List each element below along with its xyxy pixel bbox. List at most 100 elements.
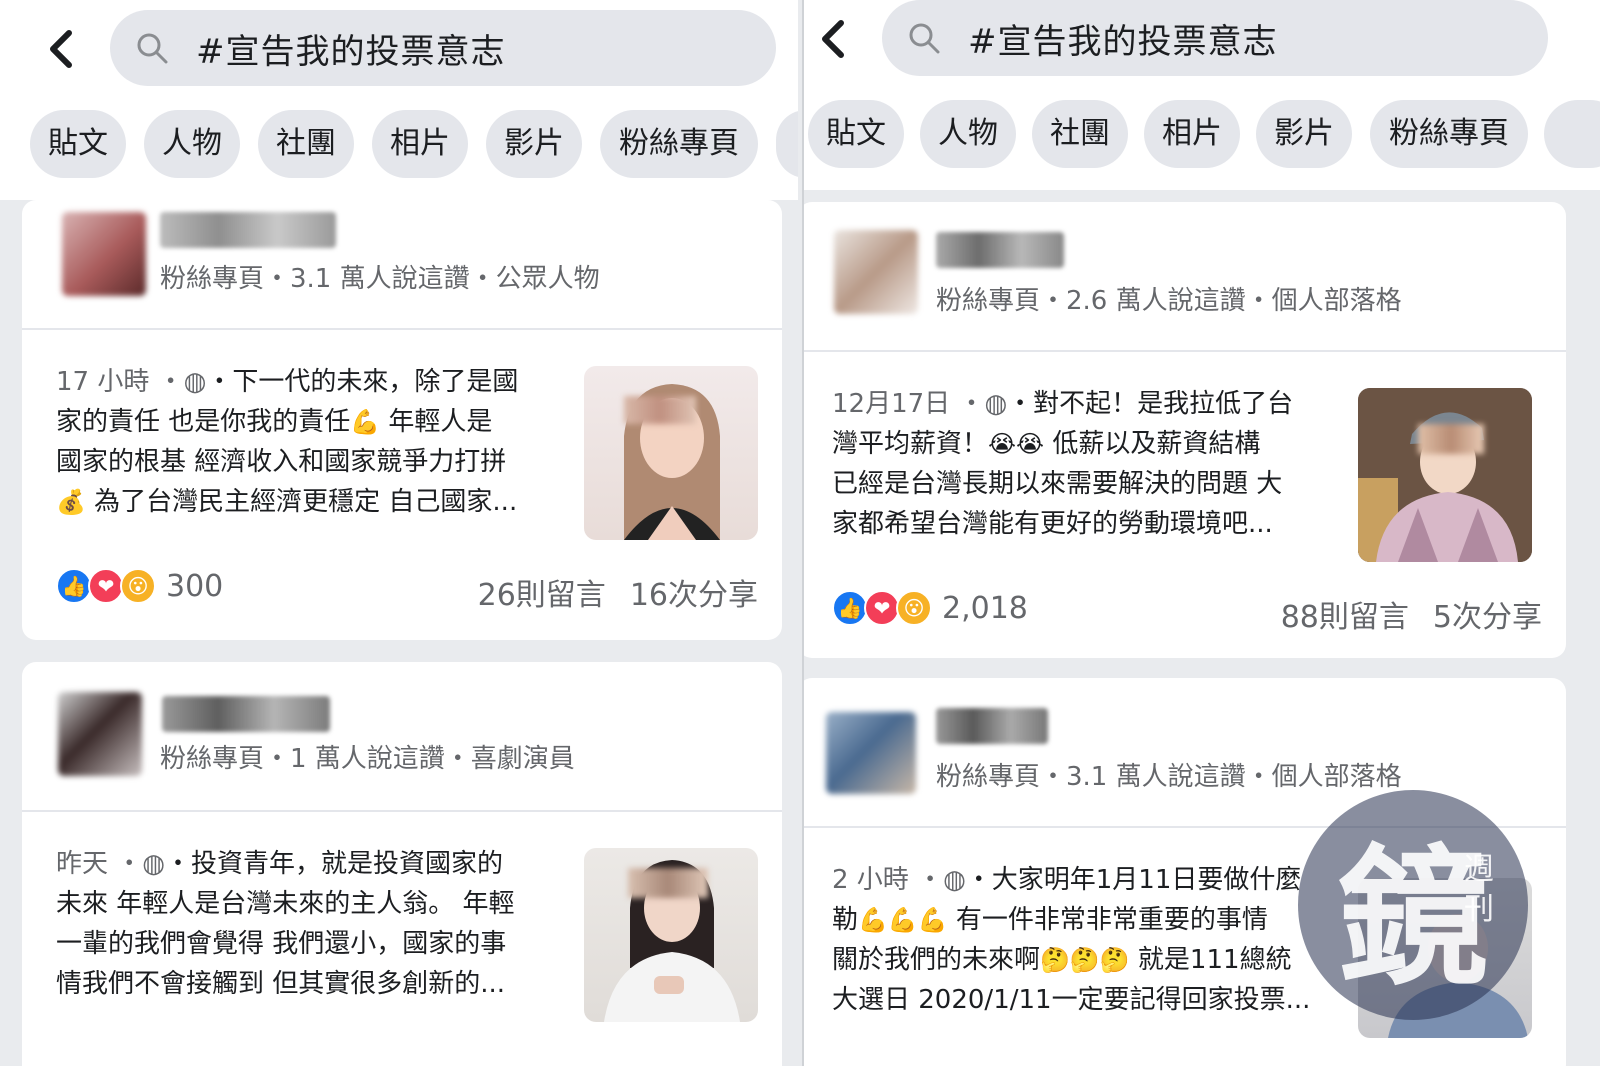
post-snippet[interactable]: 2 小時 ・◍・大家明年1月11日要做什麼 勒💪💪💪 有一件非常非常重要的事情 … — [832, 860, 1332, 1020]
engagement-stats[interactable]: 26則留言 16次分享 — [478, 570, 758, 614]
page-name-blurred[interactable] — [162, 696, 330, 732]
post-line-text: 年輕人是 — [380, 407, 493, 437]
post-snippet[interactable]: 昨天 ・◍・投資青年，就是投資國家的 未來 年輕人是台灣未來的主人翁。 年輕 一… — [56, 844, 566, 1004]
reaction-count: 2,018 — [942, 590, 1028, 626]
tab-next-partial[interactable] — [776, 110, 798, 178]
wow-icon: 😮 — [896, 590, 932, 626]
tab-next-partial[interactable] — [1544, 100, 1600, 168]
search-query: #宣告我的投票意志 — [196, 31, 506, 72]
mirror-media-watermark-logo: 鏡 週刊 — [1298, 790, 1528, 1020]
filter-tabs: 貼文 人物 社團 相片 影片 粉絲專頁 — [804, 100, 1600, 170]
post-line: 已經是台灣長期以來需要解決的問題 大 — [832, 469, 1283, 499]
tab-people[interactable]: 人物 — [144, 110, 240, 178]
post-thumbnail[interactable] — [584, 848, 758, 1022]
globe-icon: ・◍ — [958, 389, 1008, 419]
post-line-text: ・下一代的未來，除了是國 — [206, 367, 519, 397]
engagement-stats[interactable]: 88則留言 5次分享 — [1281, 592, 1542, 636]
post-line: 家的責任 也是你我的責任💪 年輕人是 — [56, 402, 566, 442]
page-header[interactable]: 粉絲專頁・2.6 萬人說這讚・個人部落格 — [804, 202, 1566, 352]
post-thumbnail[interactable] — [1358, 388, 1532, 562]
post-line-text: ・對不起！是我拉低了台 — [1007, 389, 1294, 419]
post-line-text: 低薪以及薪資結構 — [1044, 429, 1261, 459]
page-name-blurred[interactable] — [936, 232, 1064, 268]
love-icon: ❤ — [88, 568, 124, 604]
search-header: #宣告我的投票意志 貼文 人物 社團 相片 影片 粉絲專頁 — [804, 0, 1600, 190]
tab-groups[interactable]: 社團 — [258, 110, 354, 178]
page-name-blurred[interactable] — [936, 708, 1048, 744]
share-count[interactable]: 16次分享 — [630, 578, 758, 613]
search-icon — [909, 23, 940, 54]
post-line: 灣平均薪資！😭😭 低薪以及薪資結構 — [832, 424, 1342, 464]
search-icon — [137, 33, 168, 64]
post-time: 2 小時 — [832, 865, 909, 895]
page-meta: 粉絲專頁・1 萬人說這讚・喜劇演員 — [160, 744, 575, 774]
crying-face-emoji: 😭😭 — [988, 430, 1045, 458]
search-input[interactable]: #宣告我的投票意志 — [882, 0, 1548, 76]
avatar[interactable] — [58, 692, 142, 776]
reactions-summary[interactable]: 👍 ❤ 😮 2,018 — [832, 590, 1028, 626]
post-thumbnail[interactable] — [584, 366, 758, 540]
share-count[interactable]: 5次分享 — [1433, 600, 1542, 635]
post-line: 大選日 2020/1/11一定要記得回家投票... — [832, 985, 1311, 1015]
tab-photos[interactable]: 相片 — [372, 110, 468, 178]
flexed-biceps-emoji: 💪💪💪 — [858, 906, 948, 934]
tab-pages[interactable]: 粉絲專頁 — [600, 110, 758, 178]
person-photo-icon — [1358, 388, 1532, 562]
money-bag-emoji: 💰 — [56, 488, 86, 516]
post-time: 12月17日 — [832, 389, 951, 419]
tab-posts[interactable]: 貼文 — [808, 100, 904, 168]
back-arrow-icon[interactable] — [812, 14, 852, 64]
post-line: 關於我們的未來啊🤔🤔🤔 就是111總統 — [832, 940, 1332, 980]
search-result-card[interactable]: 粉絲專頁・1 萬人說這讚・喜劇演員 昨天 ・◍・投資青年，就是投資國家的 未來 … — [22, 662, 782, 1066]
post-time: 17 小時 — [56, 367, 150, 397]
avatar[interactable] — [834, 230, 918, 314]
tab-pages[interactable]: 粉絲專頁 — [1370, 100, 1528, 168]
page-meta: 粉絲專頁・3.1 萬人說這讚・公眾人物 — [160, 264, 600, 294]
post-line: 昨天 ・◍・投資青年，就是投資國家的 — [56, 844, 566, 884]
post-snippet[interactable]: 12月17日 ・◍・對不起！是我拉低了台 灣平均薪資！😭😭 低薪以及薪資結構 已… — [832, 384, 1342, 544]
face-censor — [628, 868, 708, 898]
love-icon: ❤ — [864, 590, 900, 626]
avatar[interactable] — [826, 712, 916, 794]
face-censor — [624, 396, 696, 424]
reaction-count: 300 — [166, 568, 224, 604]
search-result-card[interactable]: 粉絲專頁・2.6 萬人說這讚・個人部落格 12月17日 ・◍・對不起！是我拉低了… — [804, 202, 1566, 658]
comment-count[interactable]: 88則留言 — [1281, 600, 1409, 635]
globe-icon: ・◍ — [157, 367, 207, 397]
avatar[interactable] — [62, 212, 146, 296]
post-time: 昨天 — [56, 849, 109, 879]
tab-posts[interactable]: 貼文 — [30, 110, 126, 178]
tab-photos[interactable]: 相片 — [1144, 100, 1240, 168]
watermark-sub: 週刊 — [1464, 852, 1494, 927]
tab-videos[interactable]: 影片 — [1256, 100, 1352, 168]
post-line-text: 關於我們的未來啊 — [832, 945, 1041, 975]
post-line-text: ・投資青年，就是投資國家的 — [164, 849, 503, 879]
page-header[interactable]: 粉絲專頁・3.1 萬人說這讚・公眾人物 — [22, 200, 782, 330]
post-line: 未來 年輕人是台灣未來的主人翁。 年輕 — [56, 889, 515, 919]
page-header[interactable]: 粉絲專頁・1 萬人說這讚・喜劇演員 — [22, 662, 782, 812]
post-line-text: 家的責任 也是你我的責任 — [56, 407, 351, 437]
tab-groups[interactable]: 社團 — [1032, 100, 1128, 168]
search-input[interactable]: #宣告我的投票意志 — [110, 10, 776, 86]
post-line: 勒💪💪💪 有一件非常非常重要的事情 — [832, 900, 1332, 940]
post-line-text: 有一件非常非常重要的事情 — [947, 905, 1268, 935]
filter-tabs: 貼文 人物 社團 相片 影片 粉絲專頁 — [0, 110, 798, 180]
post-line: 12月17日 ・◍・對不起！是我拉低了台 — [832, 384, 1342, 424]
tab-videos[interactable]: 影片 — [486, 110, 582, 178]
search-result-card[interactable]: 粉絲專頁・3.1 萬人說這讚・公眾人物 17 小時 ・◍・下一代的未來，除了是國… — [22, 200, 782, 640]
post-line: 一輩的我們會覺得 我們還小，國家的事 — [56, 929, 507, 959]
tab-people[interactable]: 人物 — [920, 100, 1016, 168]
post-snippet[interactable]: 17 小時 ・◍・下一代的未來，除了是國 家的責任 也是你我的責任💪 年輕人是 … — [56, 362, 566, 522]
page-meta: 粉絲專頁・3.1 萬人說這讚・個人部落格 — [936, 762, 1402, 792]
face-censor — [1418, 424, 1484, 454]
back-arrow-icon[interactable] — [40, 24, 80, 74]
like-icon: 👍 — [56, 568, 92, 604]
post-line-text: 勒 — [832, 905, 859, 935]
post-line-text: 就是111總統 — [1129, 945, 1292, 975]
reactions-summary[interactable]: 👍 ❤ 😮 300 — [56, 568, 223, 604]
page-name-blurred[interactable] — [160, 212, 336, 248]
post-line-text: ・大家明年1月11日要做什麼 — [965, 865, 1302, 895]
comment-count[interactable]: 26則留言 — [478, 578, 606, 613]
post-line-text: 灣平均薪資！ — [832, 429, 989, 459]
post-line-text: 為了台灣民主經濟更穩定 自己國家... — [85, 487, 518, 517]
